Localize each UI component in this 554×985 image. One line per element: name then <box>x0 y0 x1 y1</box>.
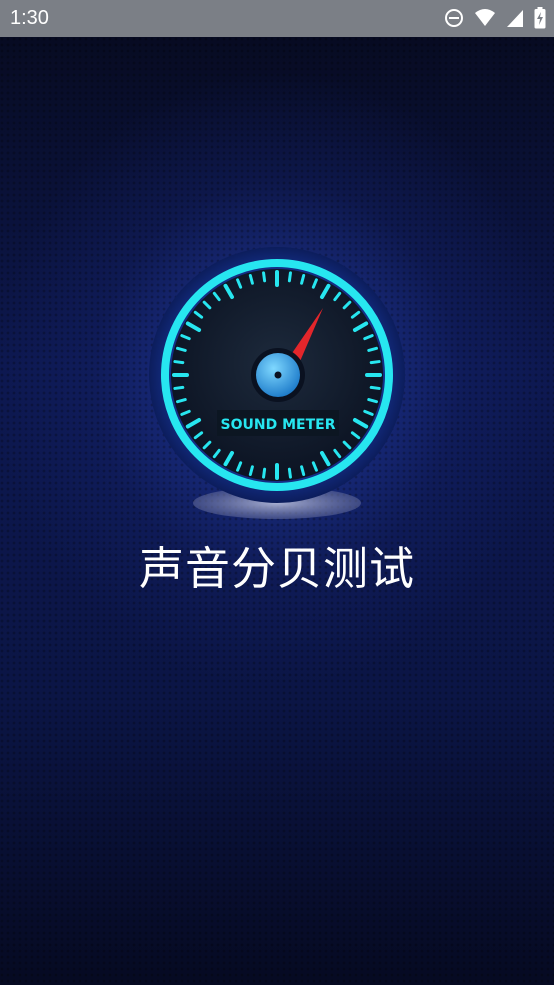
dial-tick <box>287 467 292 479</box>
dial-tick <box>248 274 254 285</box>
dial-tick <box>369 385 381 390</box>
dial-tick <box>369 360 381 365</box>
signal-icon <box>507 10 523 27</box>
dial-tick <box>300 274 306 285</box>
status-time: 1:30 <box>10 7 49 29</box>
dial-tick <box>262 271 267 283</box>
dial-tick <box>287 271 292 283</box>
status-icons <box>444 7 546 29</box>
dial-tick <box>367 398 378 404</box>
wifi-icon <box>475 9 495 26</box>
dial-tick <box>300 465 306 476</box>
dial-tick <box>176 398 187 404</box>
status-bar: 1:30 <box>0 0 554 37</box>
splash-screen: SOUND METER 声音分贝测试 <box>0 37 554 985</box>
dial-tick <box>173 360 185 365</box>
dial-tick <box>173 385 185 390</box>
dial-tick <box>248 465 254 476</box>
app-title: 声音分贝测试 <box>138 542 415 595</box>
sound-meter-logo: SOUND METER <box>149 247 405 519</box>
dial-tick <box>262 467 267 479</box>
dial-tick <box>176 346 187 352</box>
dial-tick <box>367 346 378 352</box>
battery-charging-icon <box>534 7 546 29</box>
logo-text: SOUND METER <box>221 417 336 433</box>
do-not-disturb-icon <box>445 9 463 27</box>
